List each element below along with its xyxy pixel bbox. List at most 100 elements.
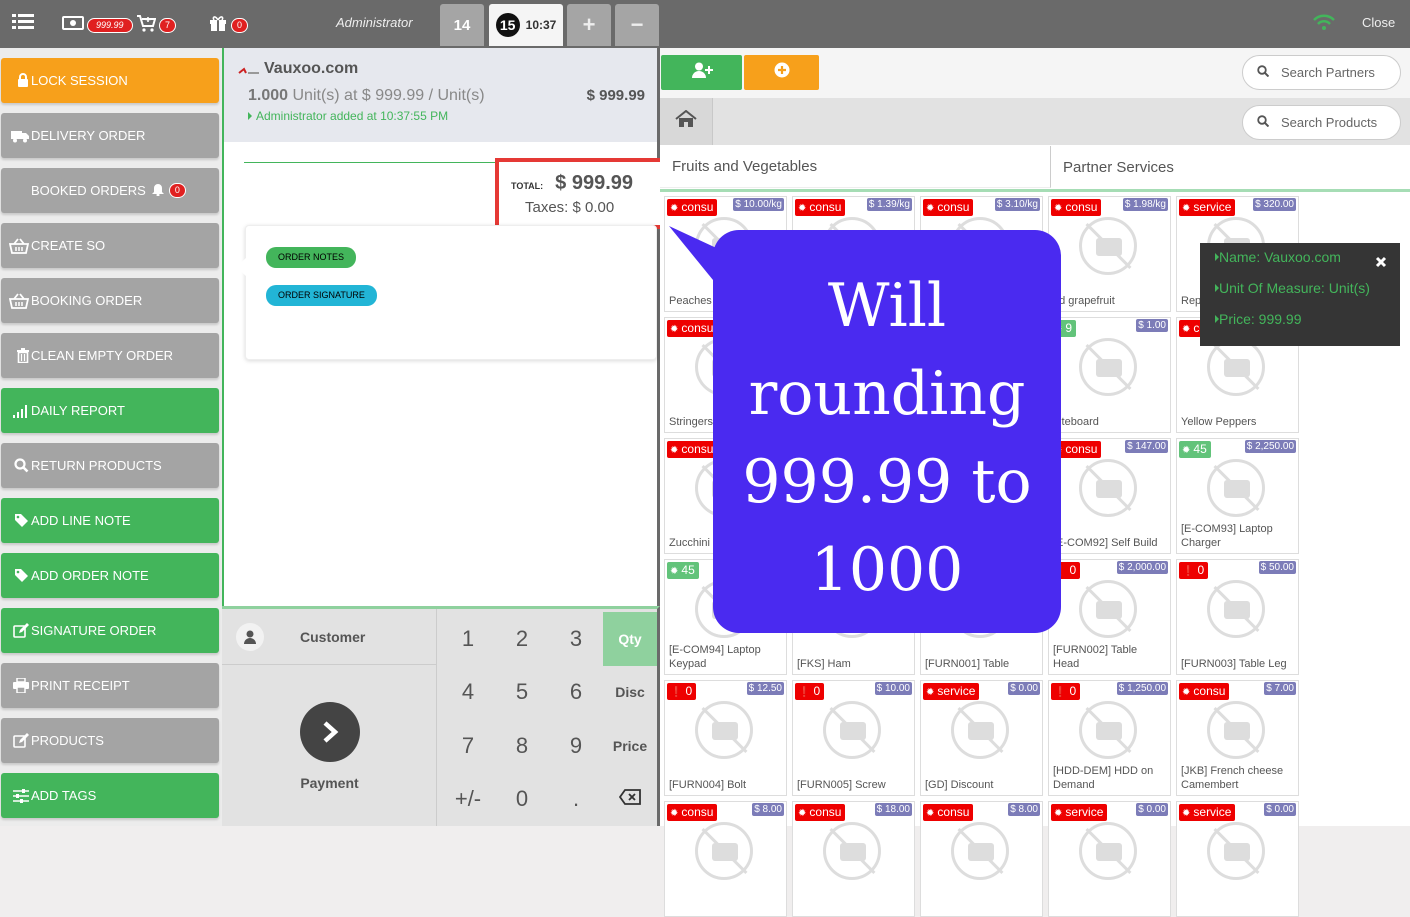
product-card[interactable]: ✹ service $ 0.00 [GD] Discount bbox=[920, 680, 1043, 796]
stock-tag: ✹consu bbox=[667, 320, 718, 337]
product-card[interactable]: ✹consu$ 147.00[E-COM92] Self Build bbox=[1048, 438, 1171, 554]
sidebar-daily-report-button[interactable]: DAILY REPORT bbox=[1, 388, 219, 433]
digit-3-key[interactable]: 3 bbox=[549, 612, 603, 666]
tag-label: 45 bbox=[681, 563, 695, 577]
add-partner-button[interactable] bbox=[661, 55, 742, 90]
product-price: $ 2,000.00 bbox=[1116, 561, 1168, 574]
product-card[interactable]: ❗ 0 $ 10.00 [FURN005] Screw bbox=[792, 680, 915, 796]
taxes-value: Taxes: $ 0.00 bbox=[525, 199, 615, 216]
wifi-icon bbox=[1313, 13, 1335, 31]
digit-0-key[interactable]: 0 bbox=[495, 772, 549, 826]
product-price: $ 0.00 bbox=[1008, 682, 1040, 695]
no-image-icon bbox=[823, 701, 881, 759]
product-card[interactable]: ❗0$ 2,000.00[FURN002] Table Head bbox=[1048, 559, 1171, 675]
sidebar-booked-orders-button[interactable]: BOOKED ORDERS 0 bbox=[1, 168, 219, 213]
customer-button[interactable]: Customer bbox=[222, 609, 437, 665]
digit-7-key[interactable]: 7 bbox=[441, 719, 495, 773]
gift-button[interactable]: 0 bbox=[208, 14, 249, 37]
order-tab-number: 14 bbox=[453, 16, 471, 34]
category-label: Partner Services bbox=[1063, 158, 1174, 176]
order-tab-15[interactable]: 15 10:37 bbox=[489, 4, 563, 46]
product-name: [FURN004] Bolt bbox=[669, 779, 747, 791]
digit-1-key[interactable]: 1 bbox=[441, 612, 495, 666]
product-card[interactable]: ✹ service $ 0.00 bbox=[1176, 801, 1299, 917]
order-signature-button[interactable]: ORDER SIGNATURE bbox=[266, 285, 377, 306]
product-card[interactable]: ❗ 0 $ 50.00 [FURN003] Table Leg bbox=[1176, 559, 1299, 675]
product-card[interactable]: ✹ consu $ 18.00 bbox=[792, 801, 915, 917]
cart-button[interactable]: 7 bbox=[136, 14, 177, 37]
tag-label: consu bbox=[1065, 200, 1098, 214]
product-price: $ 10.00 bbox=[874, 682, 912, 695]
product-name: hiteboard bbox=[1053, 416, 1099, 428]
user-plus-icon bbox=[691, 62, 713, 83]
payment-button[interactable]: Payment bbox=[222, 665, 437, 826]
mode-qty-key[interactable]: Qty bbox=[603, 612, 657, 666]
sidebar-booking-order-button[interactable]: BOOKING ORDER bbox=[1, 278, 219, 323]
cash-button[interactable]: 999.99 bbox=[62, 15, 133, 36]
add-order-button[interactable]: + bbox=[567, 4, 611, 46]
add-product-button[interactable] bbox=[744, 55, 819, 90]
order-notes-button[interactable]: ORDER NOTES bbox=[266, 247, 357, 268]
sidebar-signature-order-button[interactable]: SIGNATURE ORDER bbox=[1, 608, 219, 653]
digit-6-key[interactable]: 6 bbox=[549, 665, 603, 719]
sidebar-products-button[interactable]: PRODUCTS bbox=[1, 718, 219, 763]
digit-9-key[interactable]: 9 bbox=[549, 719, 603, 773]
order-line[interactable]: Vauxoo.com 1.000 Unit(s) at $ 999.99 / U… bbox=[224, 48, 657, 142]
trash-icon bbox=[1, 333, 31, 378]
category-partner-services[interactable]: Partner Services bbox=[1052, 146, 1410, 188]
remove-order-button[interactable]: − bbox=[615, 4, 659, 46]
stock-tag: ✹consu bbox=[923, 804, 974, 821]
search-partners-input[interactable]: Search Partners bbox=[1242, 55, 1401, 90]
no-image-icon bbox=[1207, 338, 1265, 396]
mode-disc-key[interactable]: Disc bbox=[603, 665, 657, 719]
product-card[interactable]: ✹ consu $ 8.00 bbox=[664, 801, 787, 917]
line-qty: 1.000 bbox=[248, 87, 289, 104]
order-tab-14[interactable]: 14 bbox=[440, 4, 484, 46]
product-card[interactable]: ❗ 0 $ 1,250.00 [HDD-DEM] HDD on Demand bbox=[1048, 680, 1171, 796]
category-fruits-and-vegetables[interactable]: Fruits and Vegetables bbox=[660, 146, 1051, 188]
tooltip-name: Name: Vauxoo.com bbox=[1219, 249, 1341, 265]
tag-icon: ✹ bbox=[670, 566, 679, 577]
sidebar-delivery-order-button[interactable]: DELIVERY ORDER bbox=[1, 113, 219, 158]
signal-icon bbox=[1, 388, 31, 433]
product-card[interactable]: ❗ 0 $ 12.50 [FURN004] Bolt bbox=[664, 680, 787, 796]
product-card[interactable]: ✹ consu $ 1.98/kg ed grapefruit bbox=[1048, 196, 1171, 312]
menu-icon[interactable] bbox=[12, 13, 34, 31]
stock-tag: ✹consu bbox=[667, 199, 718, 216]
backspace-key[interactable] bbox=[603, 772, 657, 826]
close-icon[interactable] bbox=[1375, 255, 1387, 271]
decimal-key[interactable]: . bbox=[549, 772, 603, 826]
product-price: $ 10.00/kg bbox=[733, 198, 784, 211]
mode-price-key[interactable]: Price bbox=[603, 719, 657, 773]
payment-label: Payment bbox=[300, 775, 359, 791]
sidebar-return-products-button[interactable]: RETURN PRODUCTS bbox=[1, 443, 219, 488]
product-card[interactable]: ✹ consu $ 7.00 [JKB] French cheese Camember… bbox=[1176, 680, 1299, 796]
sidebar-add-line-note-button[interactable]: ADD LINE NOTE bbox=[1, 498, 219, 543]
digit-8-key[interactable]: 8 bbox=[495, 719, 549, 773]
digit-4-key[interactable]: 4 bbox=[441, 665, 495, 719]
product-card[interactable]: ✹9$ 1.00hiteboard bbox=[1048, 317, 1171, 433]
digit-5-key[interactable]: 5 bbox=[495, 665, 549, 719]
tag-label: 45 bbox=[1193, 442, 1207, 456]
tag-label: 0 bbox=[1197, 563, 1205, 577]
home-icon bbox=[675, 109, 697, 133]
user-name: Administrator bbox=[336, 15, 413, 30]
digit-2-key[interactable]: 2 bbox=[495, 612, 549, 666]
sidebar-print-receipt-button[interactable]: PRINT RECEIPT bbox=[1, 663, 219, 708]
sidebar-clean-empty-order-button[interactable]: CLEAN EMPTY ORDER bbox=[1, 333, 219, 378]
product-card[interactable]: ✹ service $ 0.00 bbox=[1048, 801, 1171, 917]
close-button[interactable]: Close bbox=[1362, 15, 1395, 30]
product-card[interactable]: ✹ consu $ 8.00 bbox=[920, 801, 1043, 917]
sign-key[interactable]: +/- bbox=[441, 772, 495, 826]
sidebar-add-tags-button[interactable]: ADD TAGS bbox=[1, 773, 219, 818]
sidebar-lock-session-button[interactable]: LOCK SESSION bbox=[1, 58, 219, 103]
no-image-icon bbox=[1079, 701, 1137, 759]
no-image-icon bbox=[1207, 580, 1265, 638]
cart-badge: 7 bbox=[159, 18, 177, 33]
search-products-input[interactable]: Search Products bbox=[1242, 105, 1401, 140]
sidebar-add-order-note-button[interactable]: ADD ORDER NOTE bbox=[1, 553, 219, 598]
home-button[interactable] bbox=[660, 98, 713, 145]
tag-label: consu bbox=[681, 442, 714, 456]
product-card[interactable]: ✹ 45 $ 2,250.00 [E-COM93] Laptop Charger bbox=[1176, 438, 1299, 554]
sidebar-create-so-button[interactable]: CREATE SO bbox=[1, 223, 219, 268]
